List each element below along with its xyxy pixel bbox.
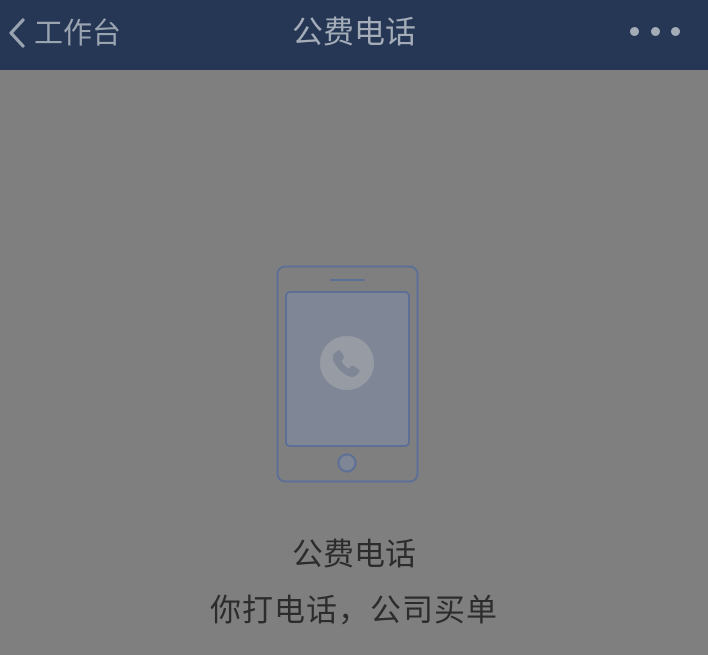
phone-home-button: [337, 453, 357, 473]
app-screen: 工作台 公费电话 公费电话 你打电话，公司买单: [0, 0, 708, 655]
more-options-button[interactable]: [630, 18, 680, 44]
more-dots-icon: [671, 26, 680, 36]
page-title: 公费电话: [292, 15, 416, 51]
phone-call-icon: [276, 265, 419, 483]
navigation-bar: 工作台 公费电话: [0, 0, 708, 70]
feature-title: 公费电话: [292, 537, 416, 573]
more-dots-icon: [650, 26, 660, 36]
more-dots-icon: [630, 26, 639, 36]
call-circle: [320, 336, 374, 390]
feature-subtitle: 你打电话，公司买单: [210, 593, 498, 629]
